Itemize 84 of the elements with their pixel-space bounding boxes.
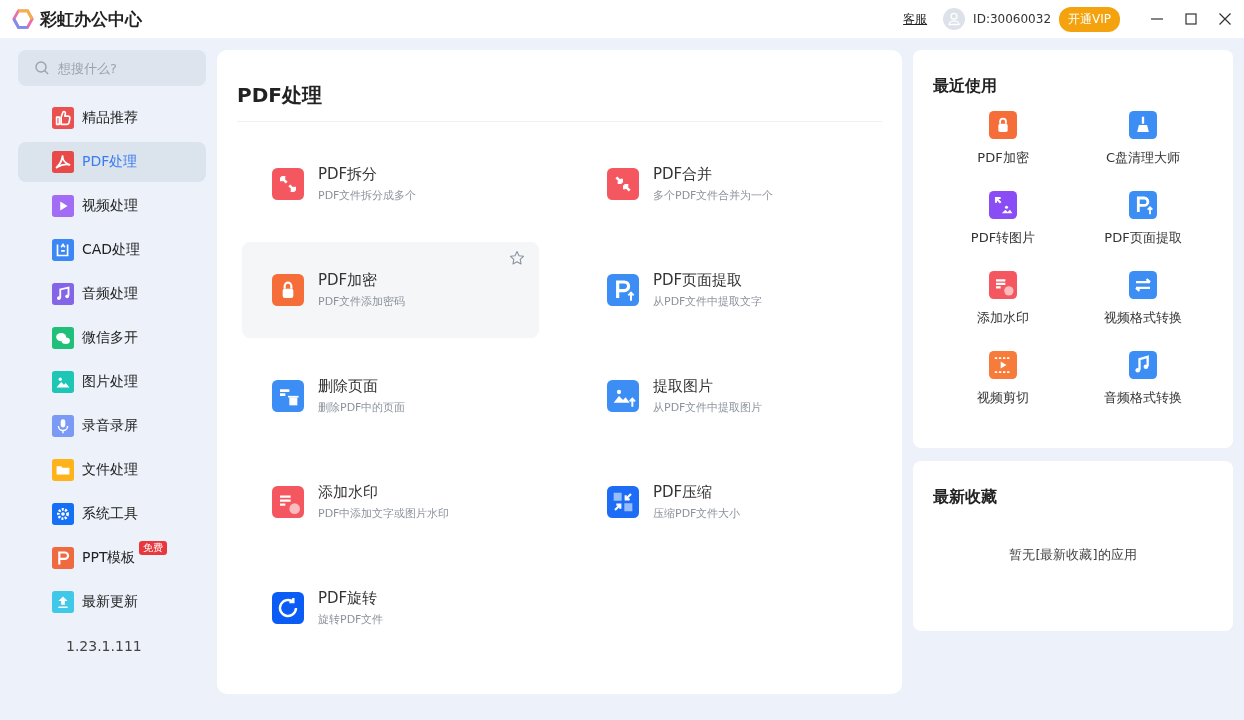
- thumbs-up-icon: [52, 107, 74, 129]
- image-icon: [52, 371, 74, 393]
- settings-icon: [52, 503, 74, 525]
- sidebar-item[interactable]: 录音录屏: [18, 406, 206, 446]
- tool-description: PDF中添加文字或图片水印: [318, 506, 450, 521]
- tool-card[interactable]: PDF合并 多个PDF文件合并为一个: [577, 136, 874, 232]
- tool-name: PDF旋转: [318, 589, 379, 608]
- tool-card[interactable]: 添加水印 PDF中添加文字或图片水印: [242, 454, 539, 550]
- tool-card[interactable]: PDF页面提取 从PDF文件中提取文字: [577, 242, 874, 338]
- maximize-icon[interactable]: [1184, 12, 1198, 26]
- tool-card[interactable]: PDF加密 PDF文件添加密码: [242, 242, 539, 338]
- sidebar-item[interactable]: 微信多开: [18, 318, 206, 358]
- sidebar-item[interactable]: 精品推荐: [18, 98, 206, 138]
- close-icon[interactable]: [1218, 12, 1232, 26]
- document-stamp-icon: [272, 486, 304, 518]
- compress-arrows-icon: [607, 486, 639, 518]
- tool-name: PDF页面提取: [653, 271, 744, 290]
- sidebar-item[interactable]: 系统工具: [18, 494, 206, 534]
- tool-name: PDF拆分: [318, 165, 379, 184]
- recent-app[interactable]: PDF页面提取: [1073, 191, 1213, 259]
- tool-card[interactable]: PDF旋转 旋转PDF文件: [242, 560, 539, 656]
- tool-description: 从PDF文件中提取图片: [653, 400, 763, 415]
- app-title: 彩虹办公中心: [40, 7, 142, 31]
- split-arrows-icon: [272, 168, 304, 200]
- tool-name: PDF合并: [653, 165, 714, 184]
- panel-title: 最新收藏: [933, 486, 998, 508]
- recent-app[interactable]: PDF转图片: [933, 191, 1073, 259]
- recent-app[interactable]: C盘清理大师: [1073, 111, 1213, 179]
- recent-app[interactable]: 音频格式转换: [1073, 351, 1213, 419]
- version-number: 1.23.1.111: [65, 638, 143, 654]
- lock-icon: [272, 274, 304, 306]
- sidebar-item[interactable]: 文件处理: [18, 450, 206, 490]
- empty-message: 暂无[最新收藏]的应用: [1008, 546, 1138, 564]
- customer-service-link[interactable]: 客服: [903, 10, 928, 28]
- section-title: PDF处理: [237, 50, 882, 122]
- hexagon-logo-icon: [12, 8, 34, 30]
- music-note-icon: [52, 283, 74, 305]
- microphone-icon: [52, 415, 74, 437]
- document-stamp-icon: [989, 271, 1017, 299]
- play-icon: [52, 195, 74, 217]
- tool-card[interactable]: PDF拆分 PDF文件拆分成多个: [242, 136, 539, 232]
- panel-title: 最近使用: [933, 75, 998, 97]
- tool-description: PDF文件添加密码: [318, 294, 406, 309]
- star-icon[interactable]: [509, 250, 525, 266]
- tool-card[interactable]: 删除页面 删除PDF中的页面: [242, 348, 539, 444]
- tool-description: 删除PDF中的页面: [318, 400, 406, 415]
- sidebar-item[interactable]: PPT模板 免费: [18, 538, 206, 578]
- tool-card[interactable]: PDF压缩 压缩PDF文件大小: [577, 454, 874, 550]
- tool-description: 旋转PDF文件: [318, 612, 384, 627]
- merge-arrows-icon: [607, 168, 639, 200]
- tool-name: 添加水印: [318, 483, 379, 502]
- p-shape-icon: [52, 547, 74, 569]
- chat-bubbles-icon: [52, 327, 74, 349]
- folder-icon: [52, 459, 74, 481]
- tool-name: PDF压缩: [653, 483, 714, 502]
- rotate-icon: [272, 592, 304, 624]
- user-id: ID:30060032: [973, 12, 1051, 26]
- sidebar-item[interactable]: 音频处理: [18, 274, 206, 314]
- search-field[interactable]: 想搜什么?: [18, 50, 206, 86]
- tool-name: PDF加密: [318, 271, 379, 290]
- music-convert-icon: [1129, 351, 1157, 379]
- tool-description: 从PDF文件中提取文字: [653, 294, 763, 309]
- image-convert-icon: [989, 191, 1017, 219]
- tool-name: 提取图片: [653, 377, 714, 396]
- recent-app[interactable]: PDF加密: [933, 111, 1073, 179]
- broom-icon: [1129, 111, 1157, 139]
- upload-icon: [52, 591, 74, 613]
- sidebar-item[interactable]: CAD处理: [18, 230, 206, 270]
- search-icon: [34, 60, 50, 76]
- pdf-icon: [52, 151, 74, 173]
- tool-description: PDF文件拆分成多个: [318, 188, 417, 203]
- sidebar-item[interactable]: 视频处理: [18, 186, 206, 226]
- recent-app[interactable]: 视频剪切: [933, 351, 1073, 419]
- swap-arrows-icon: [1129, 271, 1157, 299]
- sidebar-item[interactable]: 最新更新: [18, 582, 206, 622]
- recent-app[interactable]: 视频格式转换: [1073, 271, 1213, 339]
- free-badge: 免费: [139, 541, 167, 555]
- recent-app[interactable]: 添加水印: [933, 271, 1073, 339]
- tool-card[interactable]: 提取图片 从PDF文件中提取图片: [577, 348, 874, 444]
- sidebar-item[interactable]: 图片处理: [18, 362, 206, 402]
- tool-description: 压缩PDF文件大小: [653, 506, 741, 521]
- tool-name: 删除页面: [318, 377, 379, 396]
- tool-description: 多个PDF文件合并为一个: [653, 188, 774, 203]
- lock-icon: [989, 111, 1017, 139]
